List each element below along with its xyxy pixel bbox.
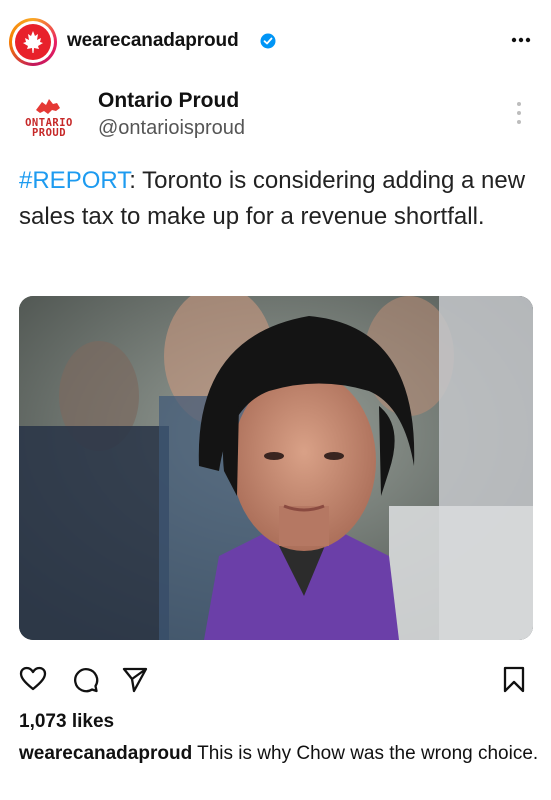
ontario-proud-logo: ONTARIO PROUD bbox=[16, 96, 82, 144]
caption: wearecanadaproud This is why Chow was th… bbox=[19, 742, 539, 766]
comment-icon[interactable] bbox=[71, 665, 99, 693]
more-options-icon[interactable] bbox=[507, 33, 535, 47]
send-icon[interactable] bbox=[121, 665, 149, 693]
post-header: wearecanadaproud bbox=[0, 0, 551, 76]
avatar[interactable] bbox=[9, 18, 57, 66]
tweet-text: #REPORT: Toronto is considering adding a… bbox=[19, 163, 539, 235]
post-photo[interactable] bbox=[19, 296, 533, 640]
maple-leaf-icon bbox=[23, 31, 43, 53]
caption-text: This is why Chow was the wrong choice. bbox=[197, 743, 539, 764]
tweet-author-handle[interactable]: @ontarioisproud bbox=[98, 117, 245, 140]
tweet-more-icon bbox=[517, 102, 521, 124]
tweet-author-name[interactable]: Ontario Proud bbox=[98, 89, 239, 113]
heart-icon[interactable] bbox=[19, 665, 47, 693]
bookmark-icon[interactable] bbox=[500, 665, 528, 693]
hashtag-link[interactable]: #REPORT bbox=[19, 167, 129, 194]
ontario-map-icon bbox=[36, 99, 60, 114]
photo-illustration bbox=[19, 296, 533, 640]
verified-badge-icon bbox=[260, 33, 276, 49]
account-name[interactable]: wearecanadaproud bbox=[67, 30, 239, 52]
caption-username[interactable]: wearecanadaproud bbox=[19, 743, 192, 764]
likes-count[interactable]: 1,073 likes bbox=[19, 711, 114, 733]
logo-line2: PROUD bbox=[31, 127, 67, 139]
